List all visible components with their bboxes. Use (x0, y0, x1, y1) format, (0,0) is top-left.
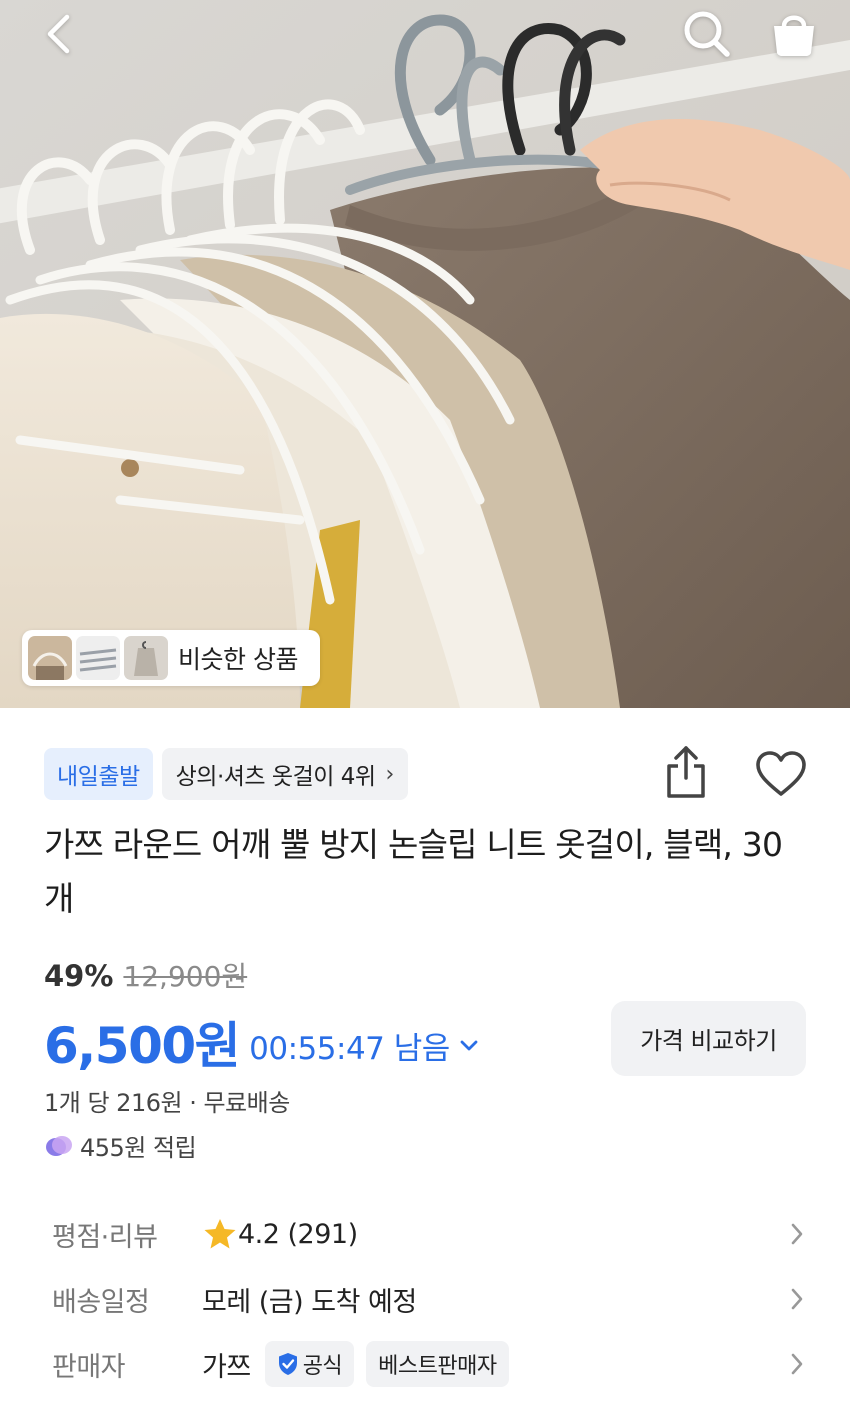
official-badge: 공식 (264, 1341, 355, 1387)
rating-value: 4.2 (291) (202, 1217, 358, 1251)
product-title: 가쯔 라운드 어깨 뿔 방지 논슬립 니트 옷걸이, 블랙, 30개 (44, 825, 783, 918)
seller-row[interactable]: 판매자 가쯔 공식 베스트판매자 (52, 1336, 812, 1392)
official-label: 공식 (302, 1354, 343, 1379)
discount-row: 49% 12,900원 (44, 955, 247, 995)
shipping-schedule-row[interactable]: 배송일정 모레 (금) 도착 예정 (52, 1271, 812, 1327)
best-seller-badge: 베스트판매자 (366, 1341, 509, 1387)
similar-products-label: 비슷한 상품 (178, 645, 298, 674)
star-icon (204, 1219, 236, 1249)
price-compare-button[interactable]: 가격 비교하기 (611, 1001, 806, 1076)
similar-products-button[interactable]: 비슷한 상품 (22, 630, 320, 686)
chevron-right-icon (791, 1288, 803, 1310)
ranking-badge[interactable]: 상의·셔츠 옷걸이 4위 › (161, 748, 408, 800)
similar-thumb-2 (76, 636, 120, 680)
hanger-photo (0, 0, 850, 708)
unit-price-info: 1개 당 216원 · 무료배송 (44, 1089, 290, 1117)
similar-thumb-1 (28, 636, 72, 680)
share-button[interactable] (660, 742, 712, 802)
seller-value: 가쯔 공식 베스트판매자 (202, 1341, 509, 1387)
verified-shield-icon (278, 1353, 297, 1375)
shopping-bag-icon (774, 15, 814, 56)
original-price: 12,900원 (123, 960, 248, 993)
chevron-right-icon (791, 1223, 803, 1245)
badge-row: 내일출발 상의·셔츠 옷걸이 4위 › (44, 748, 408, 800)
delivery-badge[interactable]: 내일출발 (44, 748, 153, 800)
wishlist-button[interactable] (752, 746, 810, 802)
points-icon (46, 1135, 72, 1156)
share-icon (667, 746, 705, 798)
rating-label: 평점·리뷰 (52, 1221, 158, 1253)
cart-button[interactable] (766, 6, 822, 62)
similar-thumb-3 (124, 636, 168, 680)
rating-review-row[interactable]: 평점·리뷰 4.2 (291) (52, 1206, 812, 1262)
seller-label: 판매자 (52, 1351, 126, 1383)
rating-text: 4.2 (291) (238, 1218, 358, 1250)
price-row: 6,500원 00:55:47 남음 (44, 1006, 480, 1078)
product-image[interactable]: 비슷한 상품 (0, 0, 850, 708)
points-label: 455원 적립 (80, 1134, 197, 1162)
chevron-down-icon[interactable] (458, 1038, 480, 1054)
discount-rate: 49% (44, 959, 114, 993)
seller-name: 가쯔 (202, 1351, 251, 1383)
countdown-timer: 00:55:47 남음 (249, 1030, 450, 1067)
shipping-label: 배송일정 (52, 1286, 150, 1318)
shipping-value: 모레 (금) 도착 예정 (202, 1286, 417, 1318)
ranking-label: 상의·셔츠 옷걸이 4위 (175, 764, 376, 790)
chevron-right-icon (791, 1353, 803, 1375)
search-button[interactable] (679, 6, 735, 62)
chevron-left-icon (47, 14, 70, 54)
points-info: 455원 적립 (44, 1128, 197, 1163)
back-button[interactable] (30, 6, 86, 62)
heart-icon (756, 751, 806, 796)
search-icon (684, 11, 730, 57)
sale-price: 6,500원 (44, 1017, 241, 1075)
chevron-right-icon: › (385, 761, 395, 787)
